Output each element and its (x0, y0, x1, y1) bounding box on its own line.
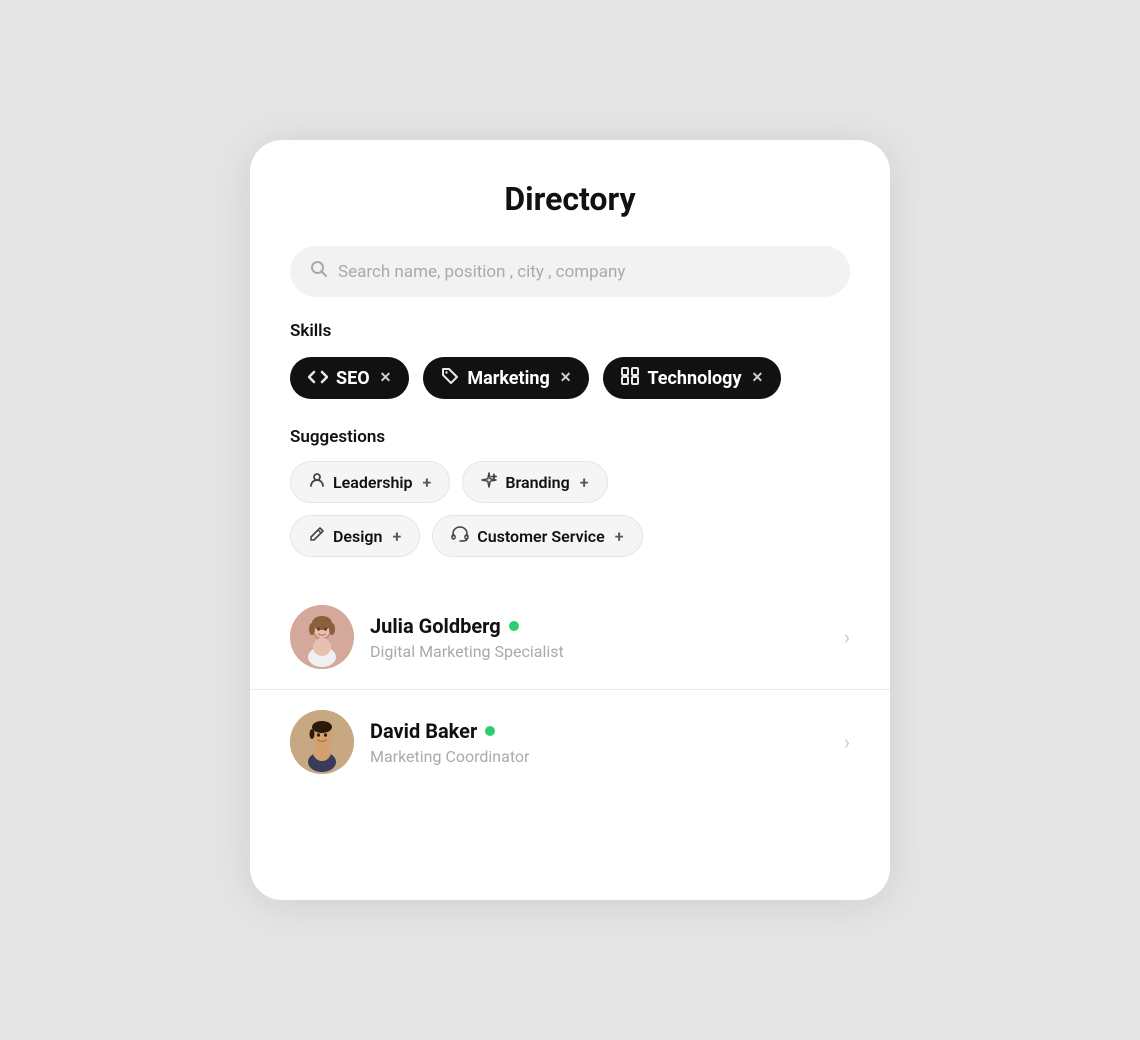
leadership-label: Leadership (333, 473, 413, 492)
online-dot-david (485, 726, 495, 736)
person-name-row-david: David Baker (370, 719, 828, 743)
technology-close-icon[interactable]: ✕ (752, 370, 764, 386)
code-icon (308, 369, 328, 388)
search-icon (310, 260, 328, 283)
design-label: Design (333, 527, 382, 546)
branding-add-icon[interactable]: + (580, 473, 589, 492)
skill-chip-technology[interactable]: Technology ✕ (603, 357, 781, 399)
suggestion-chip-design[interactable]: Design + (290, 515, 420, 557)
marketing-close-icon[interactable]: ✕ (560, 370, 572, 386)
skills-chips-row: SEO ✕ Marketing ✕ (250, 357, 890, 399)
person-item-julia[interactable]: Julia Goldberg Digital Marketing Special… (250, 585, 890, 689)
seo-label: SEO (336, 368, 370, 389)
marketing-label: Marketing (467, 368, 549, 389)
tag-icon (441, 367, 459, 389)
suggestions-section-label: Suggestions (250, 427, 890, 447)
person-info-david: David Baker Marketing Coordinator (370, 719, 828, 766)
person-role-julia: Digital Marketing Specialist (370, 642, 828, 661)
suggestions-grid: Leadership + Branding + (250, 461, 890, 557)
skill-chip-marketing[interactable]: Marketing ✕ (423, 357, 589, 399)
skills-chips-wrapper: SEO ✕ Marketing ✕ (250, 357, 890, 399)
skill-chip-seo[interactable]: SEO ✕ (290, 357, 409, 399)
grid-icon (621, 367, 639, 389)
search-placeholder-text: Search name, position , city , company (338, 262, 625, 282)
person-role-david: Marketing Coordinator (370, 747, 828, 766)
avatar-david (290, 710, 354, 774)
search-bar-wrapper: Search name, position , city , company (250, 246, 890, 297)
chevron-right-julia: › (844, 625, 850, 649)
seo-close-icon[interactable]: ✕ (380, 370, 392, 386)
page-title: Directory (250, 180, 890, 218)
online-dot-julia (509, 621, 519, 631)
search-bar[interactable]: Search name, position , city , company (290, 246, 850, 297)
skills-section-label: Skills (250, 321, 890, 341)
headset-icon (451, 526, 469, 546)
pen-icon (309, 526, 325, 546)
sparkle-icon (481, 472, 497, 492)
person-item-david[interactable]: David Baker Marketing Coordinator › (250, 689, 890, 794)
customer-service-label: Customer Service (477, 527, 605, 546)
branding-label: Branding (505, 473, 569, 492)
suggestion-chip-customer-service[interactable]: Customer Service + (432, 515, 642, 557)
suggestions-row-1: Leadership + Branding + (290, 461, 850, 503)
suggestion-chip-branding[interactable]: Branding + (462, 461, 607, 503)
leadership-add-icon[interactable]: + (423, 473, 432, 492)
person-name-row-julia: Julia Goldberg (370, 614, 828, 638)
design-add-icon[interactable]: + (392, 527, 401, 546)
technology-label: Technology (647, 368, 741, 389)
person-name-julia: Julia Goldberg (370, 614, 501, 638)
suggestion-chip-leadership[interactable]: Leadership + (290, 461, 450, 503)
directory-card: Directory Search name, position , city ,… (250, 140, 890, 900)
person-icon (309, 472, 325, 492)
person-list: Julia Goldberg Digital Marketing Special… (250, 585, 890, 794)
suggestions-row-2: Design + Customer Service + (290, 515, 850, 557)
person-info-julia: Julia Goldberg Digital Marketing Special… (370, 614, 828, 661)
customer-service-add-icon[interactable]: + (615, 527, 624, 546)
avatar-julia (290, 605, 354, 669)
person-name-david: David Baker (370, 719, 477, 743)
chevron-right-david: › (844, 730, 850, 754)
